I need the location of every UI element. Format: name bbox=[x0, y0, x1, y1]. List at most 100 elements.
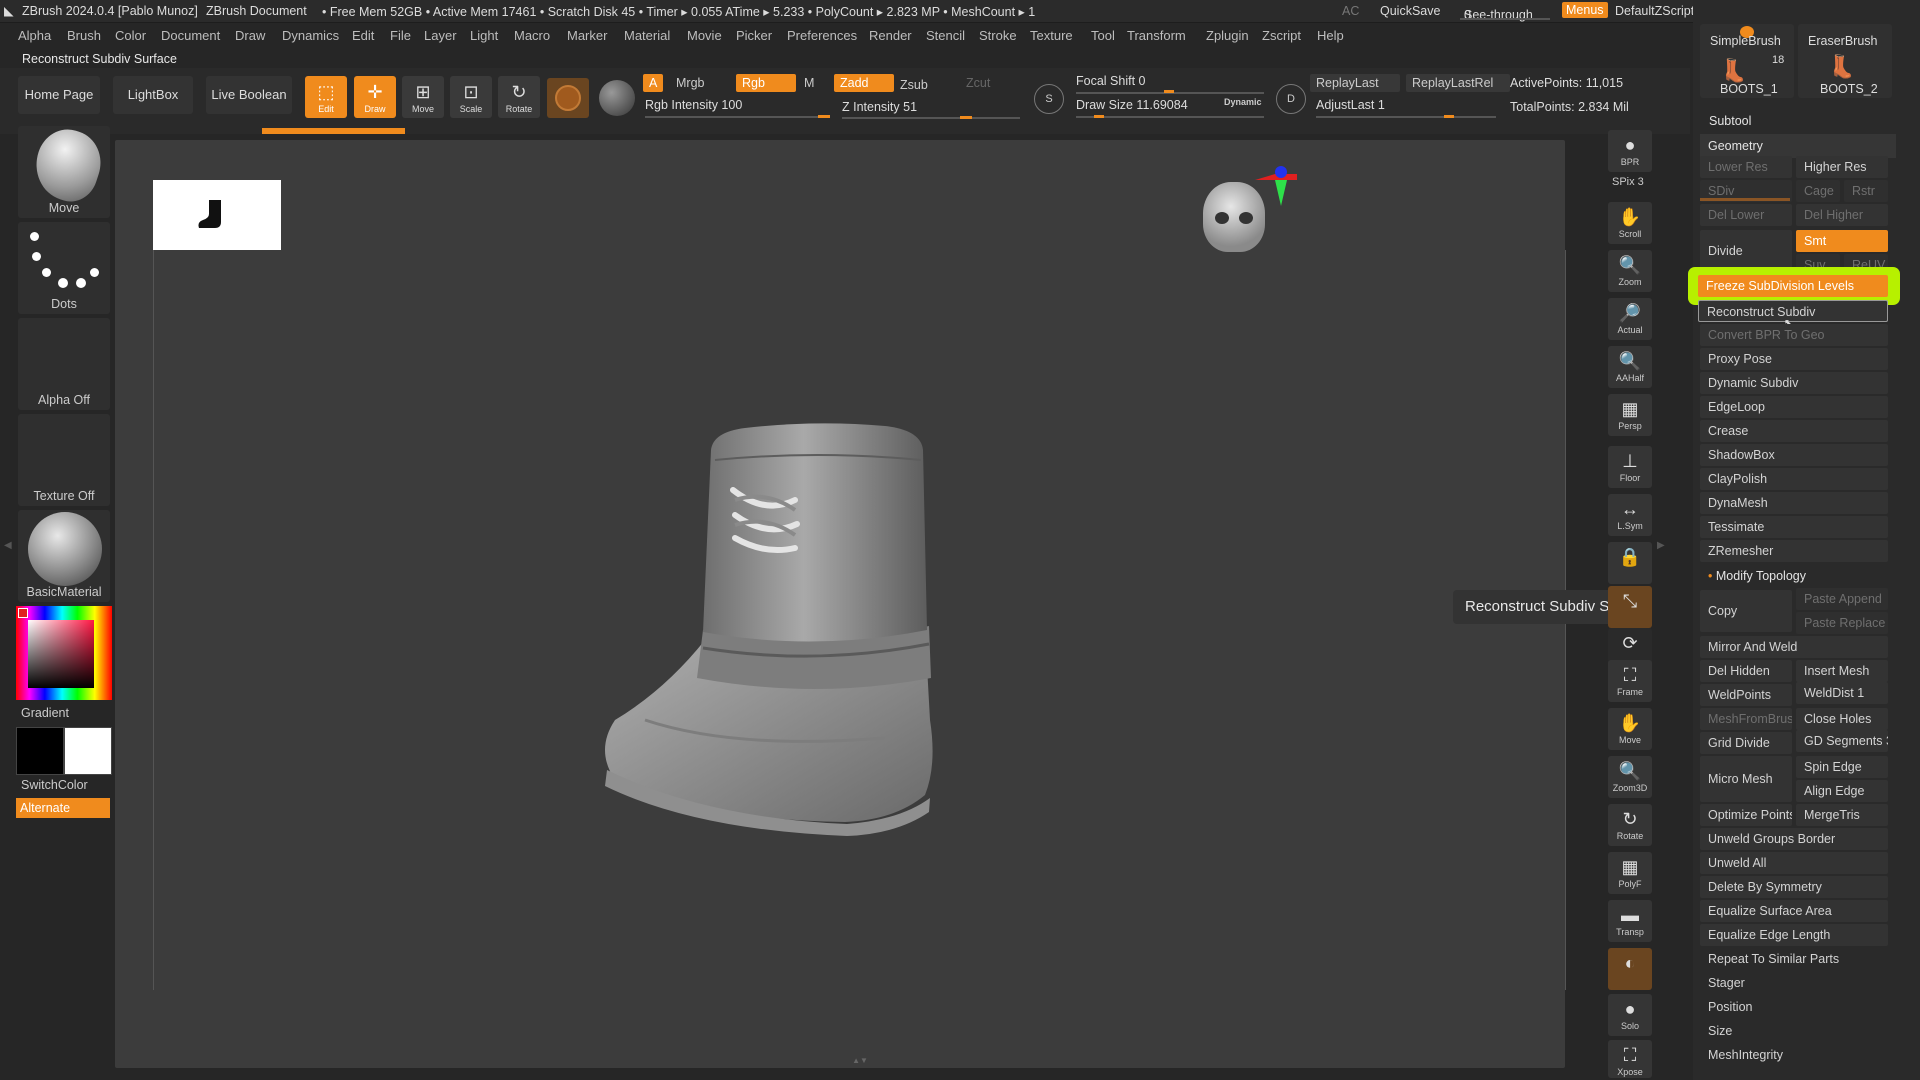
micro-mesh-button[interactable]: Micro Mesh bbox=[1700, 756, 1792, 802]
frame-button[interactable]: ⛶ Frame bbox=[1608, 660, 1652, 702]
delete-by-symmetry-button[interactable]: Delete By Symmetry bbox=[1700, 876, 1888, 898]
dynamesh-button[interactable]: DynaMesh bbox=[1700, 492, 1888, 514]
paste-append-button[interactable]: Paste Append bbox=[1796, 588, 1888, 610]
draw-size-slider[interactable]: Draw Size 11.69084 bbox=[1076, 98, 1188, 112]
unweld-groups-border-button[interactable]: Unweld Groups Border bbox=[1700, 828, 1888, 850]
equalize-surface-area-button[interactable]: Equalize Surface Area bbox=[1700, 900, 1888, 922]
adjust-last-slider[interactable]: AdjustLast 1 bbox=[1316, 98, 1385, 112]
menu-material[interactable]: Material bbox=[624, 28, 670, 43]
menu-brush[interactable]: Brush bbox=[67, 28, 101, 43]
higher-res-button[interactable]: Higher Res bbox=[1796, 156, 1888, 178]
cage-button[interactable]: Cage bbox=[1796, 180, 1840, 202]
insert-mesh-button[interactable]: Insert Mesh bbox=[1796, 660, 1888, 682]
shadowbox-button[interactable]: ShadowBox bbox=[1700, 444, 1888, 466]
menu-dynamics[interactable]: Dynamics bbox=[282, 28, 339, 43]
dynamic-subdiv-button[interactable]: Dynamic Subdiv bbox=[1700, 372, 1888, 394]
zoom-button[interactable]: 🔍 Zoom bbox=[1608, 250, 1652, 292]
secondary-color-swatch[interactable] bbox=[64, 727, 112, 775]
menus-toggle[interactable]: Menus bbox=[1562, 2, 1608, 18]
reconstruct-subdiv-button[interactable]: Reconstruct Subdiv bbox=[1698, 300, 1888, 322]
sculptris-s-icon[interactable]: S bbox=[1034, 84, 1064, 114]
del-hidden-button[interactable]: Del Hidden bbox=[1700, 660, 1792, 682]
aahalf-button[interactable]: 🔍 AAHalf bbox=[1608, 346, 1652, 388]
color-marker[interactable] bbox=[18, 608, 28, 618]
left-collapse-icon[interactable]: ◀ bbox=[4, 540, 12, 560]
lightbox-button[interactable]: LightBox bbox=[113, 76, 193, 114]
live-boolean-button[interactable]: Live Boolean bbox=[206, 76, 292, 114]
menu-macro[interactable]: Macro bbox=[514, 28, 550, 43]
ghost-button[interactable]: ◐ bbox=[1608, 948, 1652, 990]
crease-button[interactable]: Crease bbox=[1700, 420, 1888, 442]
persp-button[interactable]: ▦ Persp bbox=[1608, 394, 1652, 436]
navigation-skull-widget[interactable] bbox=[1197, 160, 1297, 270]
polyf-button[interactable]: ▦ PolyF bbox=[1608, 852, 1652, 894]
move-button[interactable]: ⊞ Move bbox=[402, 76, 444, 118]
tessimate-button[interactable]: Tessimate bbox=[1700, 516, 1888, 538]
spin-edge-button[interactable]: Spin Edge bbox=[1796, 756, 1888, 778]
unweld-all-button[interactable]: Unweld All bbox=[1700, 852, 1888, 874]
menu-document[interactable]: Document bbox=[161, 28, 220, 43]
grid-divide-button[interactable]: Grid Divide bbox=[1700, 732, 1792, 754]
menu-edit[interactable]: Edit bbox=[352, 28, 374, 43]
right-collapse-icon[interactable]: ▶ bbox=[1657, 540, 1665, 551]
merge-tris-button[interactable]: MergeTris bbox=[1796, 804, 1888, 826]
primary-color-swatch[interactable] bbox=[16, 727, 64, 775]
align-edge-button[interactable]: Align Edge bbox=[1796, 780, 1888, 802]
z-intensity-thumb[interactable] bbox=[960, 116, 972, 119]
actual-button[interactable]: 🔎 Actual bbox=[1608, 298, 1652, 340]
document-thumbnail[interactable] bbox=[153, 180, 281, 250]
dock-move-button[interactable]: ✋ Move bbox=[1608, 708, 1652, 750]
menu-marker[interactable]: Marker bbox=[567, 28, 607, 43]
menu-texture[interactable]: Texture bbox=[1030, 28, 1073, 43]
dock-rotate-button[interactable]: ↻ Rotate bbox=[1608, 804, 1652, 846]
menu-alpha[interactable]: Alpha bbox=[18, 28, 51, 43]
menu-tool[interactable]: Tool bbox=[1091, 28, 1115, 43]
optimize-points-button[interactable]: Optimize Points bbox=[1700, 804, 1792, 826]
menu-render[interactable]: Render bbox=[869, 28, 912, 43]
proxy-pose-button[interactable]: Proxy Pose bbox=[1700, 348, 1888, 370]
mesh-from-brush-button[interactable]: MeshFromBrush bbox=[1700, 708, 1792, 730]
edit-button[interactable]: ⬚ Edit bbox=[305, 76, 347, 118]
meshintegrity-header[interactable]: MeshIntegrity bbox=[1700, 1044, 1888, 1066]
brush-selector[interactable]: Move bbox=[18, 121, 110, 218]
menu-layer[interactable]: Layer bbox=[424, 28, 457, 43]
mrgb-toggle[interactable]: Mrgb bbox=[670, 74, 710, 92]
stroke-selector[interactable]: Dots bbox=[18, 222, 110, 314]
zremesher-button[interactable]: ZRemesher bbox=[1700, 540, 1888, 562]
color-square[interactable] bbox=[28, 620, 94, 688]
rgb-intensity-thumb[interactable] bbox=[818, 115, 830, 118]
zcut-toggle[interactable]: Zcut bbox=[960, 74, 996, 92]
weld-dist-slider[interactable]: WeldDist 1 bbox=[1796, 682, 1888, 704]
menu-preferences[interactable]: Preferences bbox=[787, 28, 857, 43]
zadd-toggle[interactable]: Zadd bbox=[834, 74, 894, 92]
dynamic-d-icon[interactable]: D bbox=[1276, 84, 1306, 114]
transp-button[interactable]: ▬ Transp bbox=[1608, 900, 1652, 942]
gd-segments-slider[interactable]: GD Segments 3 bbox=[1796, 730, 1888, 752]
rgb-toggle[interactable]: Rgb bbox=[736, 74, 796, 92]
rstr-button[interactable]: Rstr bbox=[1844, 180, 1888, 202]
eraserbrush-tool[interactable]: EraserBrush 👢 BOOTS_2 bbox=[1798, 24, 1892, 98]
solo-button[interactable]: ● Solo bbox=[1608, 994, 1652, 1036]
zsub-toggle[interactable]: Zsub bbox=[894, 76, 934, 94]
convert-bpr-button[interactable]: Convert BPR To Geo bbox=[1700, 324, 1888, 346]
replay-last-rel-button[interactable]: ReplayLastRel bbox=[1406, 74, 1510, 92]
default-zscript-button[interactable]: DefaultZScript bbox=[1615, 4, 1694, 18]
focal-shift-slider[interactable]: Focal Shift 0 bbox=[1076, 74, 1145, 88]
menu-zplugin[interactable]: Zplugin bbox=[1206, 28, 1249, 43]
lower-res-button[interactable]: Lower Res bbox=[1700, 156, 1792, 178]
menu-help[interactable]: Help bbox=[1317, 28, 1344, 43]
rgb-intensity-slider[interactable]: Rgb Intensity 100 bbox=[645, 98, 742, 112]
stager-header[interactable]: Stager bbox=[1700, 972, 1888, 994]
home-page-button[interactable]: Home Page bbox=[18, 76, 100, 114]
spix-slider[interactable]: SPix 3 bbox=[1612, 176, 1644, 188]
xpose-button[interactable]: ⛶ Xpose bbox=[1608, 1040, 1652, 1078]
menu-movie[interactable]: Movie bbox=[687, 28, 722, 43]
switch-color-button[interactable]: SwitchColor bbox=[21, 778, 88, 792]
rotate-button[interactable]: ↻ Rotate bbox=[498, 76, 540, 118]
del-lower-button[interactable]: Del Lower bbox=[1700, 204, 1792, 226]
menu-stroke[interactable]: Stroke bbox=[979, 28, 1017, 43]
replay-last-button[interactable]: ReplayLast bbox=[1310, 74, 1400, 92]
modify-topology-header[interactable]: • Modify Topology bbox=[1700, 564, 1896, 588]
weld-points-button[interactable]: WeldPoints bbox=[1700, 684, 1792, 706]
size-header[interactable]: Size bbox=[1700, 1020, 1888, 1042]
